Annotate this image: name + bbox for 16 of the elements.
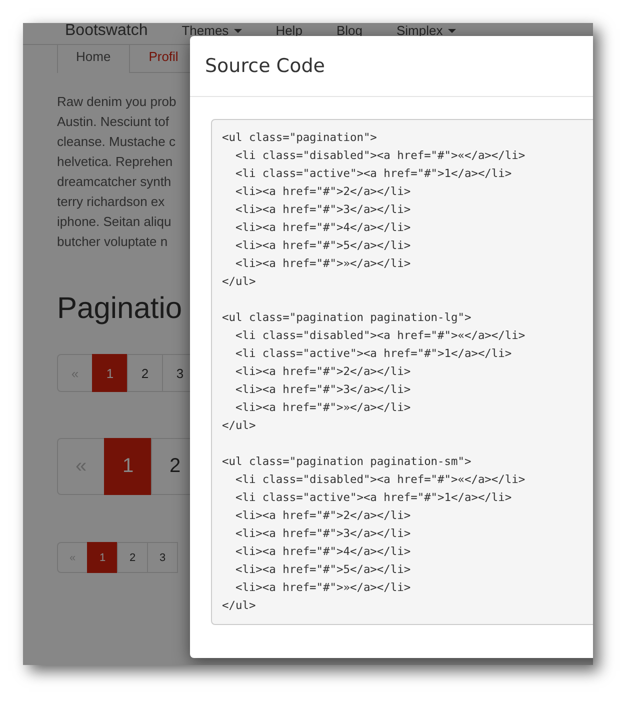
page-link[interactable]: 1 bbox=[92, 354, 128, 392]
nav-link[interactable]: Help bbox=[276, 23, 302, 38]
section-heading: Paginatio bbox=[57, 292, 184, 326]
page-link[interactable]: 2 bbox=[127, 354, 163, 392]
page-link[interactable]: 1 bbox=[104, 438, 152, 495]
page-link[interactable]: 3 bbox=[162, 354, 190, 392]
page-link[interactable]: 3 bbox=[147, 542, 178, 573]
paragraph: Raw denim you prob Austin. Nesciunt tof cleanse. Mustache c helvetica. Reprehen dreamcatcher synth terry richardson ex iphone. Seitan aliqu butcher voluptate n bbox=[57, 93, 178, 251]
tab[interactable]: Profil bbox=[130, 45, 190, 72]
code-block: <ul class="pagination"> <li class="disabled"><a href="#">«</a></li> <li class="active"><a href="#">1</a></li> <li><a href="#">2</a></li> <li><a href="#">3</a></li> <li><a href="#">4</a></li> <li><a href="#">5</a></li> <li><a href="#">»</a></li> </ul> <ul class="pagination pagination-lg"> <li class="disabled"><a href="#">«</a></li> <li class="active"><a href="#">1</a></li> <li><a href="#">2</a></li> <li><a href="#">3</a></li> <li><a href="#">»</a></li> </ul> <ul class="pagination pagination-sm"> <li class="disabled"><a href="#">«</a></li> <li class="active"><a href="#">1</a></li> <li><a href="#">2</a></li> <li><a href="#">3</a></li> <li><a href="#">4</a></li> <li><a href="#">5</a></li> <li><a href="#">»</a></li> </ul> bbox=[211, 119, 593, 625]
tab[interactable]: Home bbox=[57, 45, 130, 73]
modal-title: Source Code bbox=[205, 55, 325, 77]
page-link[interactable]: 1 bbox=[87, 542, 118, 573]
page-link[interactable]: 2 bbox=[117, 542, 148, 573]
brand-name[interactable]: Bootswatch bbox=[65, 23, 148, 38]
page-link[interactable]: 2 bbox=[151, 438, 190, 495]
